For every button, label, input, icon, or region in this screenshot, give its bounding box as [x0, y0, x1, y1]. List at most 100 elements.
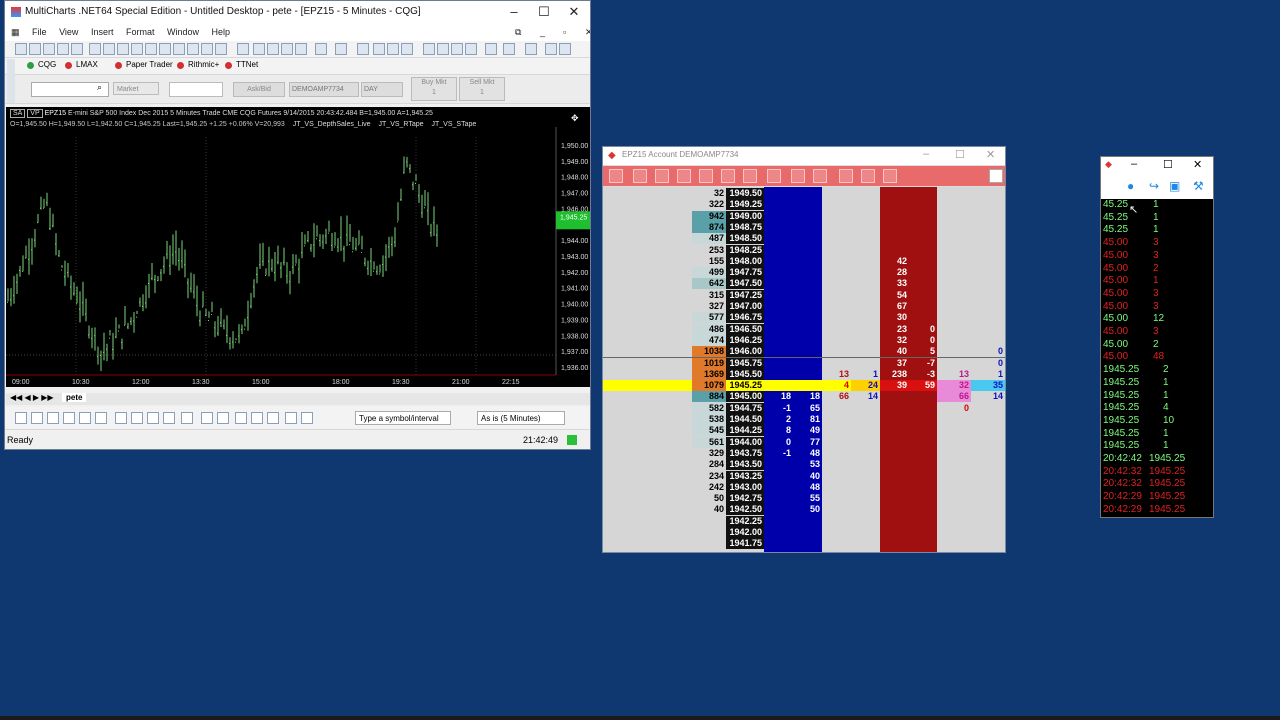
- dom-row[interactable]: 545 1944.25 8 49: [603, 425, 1005, 437]
- toolbar-icon-3[interactable]: [57, 43, 69, 55]
- toolbar-icon-24[interactable]: [387, 43, 399, 55]
- toolbar-icon-2[interactable]: [43, 43, 55, 55]
- dom-row[interactable]: 1369 1945.50 13 1 238 -3 13 1: [603, 368, 1005, 380]
- ts-row[interactable]: 20:42:32 1945.25: [1101, 466, 1213, 478]
- drawing-tool-icon-15[interactable]: [267, 412, 279, 424]
- ts-settings-icon[interactable]: ▣: [1169, 179, 1180, 193]
- dom-row[interactable]: 561 1944.00 0 77: [603, 436, 1005, 448]
- dom-row[interactable]: 1079 1945.25 4 24 39 59 32 35: [603, 380, 1005, 392]
- buy-icon[interactable]: [677, 169, 691, 183]
- drawing-tool-icon-10[interactable]: [181, 412, 193, 424]
- drawing-tool-icon-8[interactable]: [147, 412, 159, 424]
- ts-row[interactable]: 45.00 48: [1101, 351, 1213, 363]
- dom-row[interactable]: 1941.75: [603, 538, 1005, 550]
- dom-row[interactable]: 40 1942.50 50: [603, 504, 1005, 516]
- toolbar-icon-19[interactable]: [295, 43, 307, 55]
- ts-row[interactable]: 45.00 3: [1101, 288, 1213, 300]
- dom-row[interactable]: 577 1946.75 30: [603, 312, 1005, 324]
- toolbar-icon-31[interactable]: [503, 43, 515, 55]
- toolbar-icon-17[interactable]: [267, 43, 279, 55]
- ts-row[interactable]: 20:42:29 1945.25: [1101, 491, 1213, 503]
- ladder-menu-icon[interactable]: [609, 169, 623, 183]
- account-select[interactable]: DEMOAMP7734: [289, 82, 359, 97]
- buy-market-button[interactable]: Buy Mkt 1: [411, 77, 457, 101]
- tab-nav-icons[interactable]: ◀◀ ◀ ▶ ▶▶: [10, 393, 54, 402]
- ts-row[interactable]: 20:42:29 1945.25: [1101, 504, 1213, 516]
- ts-row[interactable]: 45.00 3: [1101, 326, 1213, 338]
- ts-row[interactable]: 20:42:32 1945.25: [1101, 478, 1213, 490]
- dom-row[interactable]: 486 1946.50 23 0: [603, 323, 1005, 335]
- toolbar-icon-1[interactable]: [29, 43, 41, 55]
- tab-pete[interactable]: pete: [62, 393, 87, 402]
- drawing-tool-icon-17[interactable]: [301, 412, 313, 424]
- dom-row[interactable]: 315 1947.25 54: [603, 289, 1005, 301]
- toolbar-icon-34[interactable]: [559, 43, 571, 55]
- ts-row[interactable]: 45.00 2: [1101, 339, 1213, 351]
- broker-cqg[interactable]: CQG: [38, 60, 56, 69]
- symbol-interval-input[interactable]: Type a symbol/interval: [355, 411, 451, 425]
- drawing-tool-icon-2[interactable]: [47, 412, 59, 424]
- toolbar-icon-10[interactable]: [159, 43, 171, 55]
- ts-minimize-button[interactable]: –: [1131, 158, 1137, 170]
- toolbar-icon-5[interactable]: [89, 43, 101, 55]
- toolbar-icon-8[interactable]: [131, 43, 143, 55]
- menu-file[interactable]: File: [32, 27, 47, 37]
- ts-row[interactable]: 45.00 2: [1101, 263, 1213, 275]
- dom-row[interactable]: 1019 1945.75 37 -7 0: [603, 357, 1005, 369]
- ts-row[interactable]: 45.25 1: [1101, 224, 1213, 236]
- drawing-tool-icon-1[interactable]: [31, 412, 43, 424]
- toolbar-icon-29[interactable]: [465, 43, 477, 55]
- toolbar-icon-7[interactable]: [117, 43, 129, 55]
- toolbar-icon-33[interactable]: [545, 43, 557, 55]
- dom-row[interactable]: 538 1944.50 2 81: [603, 414, 1005, 425]
- menu-format[interactable]: Format: [126, 27, 155, 37]
- toolbar-icon-9[interactable]: [145, 43, 157, 55]
- drawing-tool-icon-6[interactable]: [115, 412, 127, 424]
- toolbar-icon-4[interactable]: [71, 43, 83, 55]
- dom-row[interactable]: 499 1947.75 28: [603, 267, 1005, 279]
- dom-row[interactable]: 253 1948.25: [603, 244, 1005, 256]
- ts-row[interactable]: 1945.25 1: [1101, 440, 1213, 452]
- dom-row[interactable]: 50 1942.75 55: [603, 493, 1005, 505]
- toolbar-icon-32[interactable]: [525, 43, 537, 55]
- maximize-button[interactable]: ☐: [529, 1, 559, 23]
- price-stepper[interactable]: [169, 82, 223, 97]
- broker-rithmic-[interactable]: Rithmic+: [188, 60, 219, 69]
- drawing-tool-icon-11[interactable]: [201, 412, 213, 424]
- ts-row[interactable]: 45.25 1: [1101, 199, 1213, 211]
- cancel-icon[interactable]: [767, 169, 781, 183]
- toolbar-icon-21[interactable]: [335, 43, 347, 55]
- interval-select[interactable]: As is (5 Minutes): [477, 411, 565, 425]
- drawing-tool-icon-9[interactable]: [163, 412, 175, 424]
- order-type-select[interactable]: Market: [113, 82, 159, 95]
- dom-row[interactable]: 1942.25: [603, 515, 1005, 527]
- mdi-minimize-icon[interactable]: _: [540, 23, 545, 41]
- ts-row[interactable]: 1945.25 2: [1101, 364, 1213, 376]
- toolbar-icon-26[interactable]: [423, 43, 435, 55]
- dom-row[interactable]: 642 1947.50 33: [603, 278, 1005, 290]
- dom-row[interactable]: 155 1948.00 42: [603, 255, 1005, 267]
- dom-row[interactable]: 474 1946.25 32 0: [603, 334, 1005, 346]
- search-icon[interactable]: ⌕: [97, 82, 102, 93]
- sell-market-button[interactable]: Sell Mkt 1: [459, 77, 505, 101]
- toolbar-icon-13[interactable]: [201, 43, 213, 55]
- price-chart[interactable]: SA VP EPZ15 E-mini S&P 500 Index Dec 201…: [6, 107, 590, 387]
- drawing-tool-icon-3[interactable]: [63, 412, 75, 424]
- duration-select[interactable]: DAY: [361, 82, 403, 97]
- toolbar-icon-22[interactable]: [357, 43, 369, 55]
- dom-row[interactable]: 1942.00: [603, 527, 1005, 538]
- ts-row[interactable]: 1945.25 10: [1101, 415, 1213, 427]
- dom-row[interactable]: 234 1943.25 40: [603, 470, 1005, 482]
- drawing-tool-icon-13[interactable]: [235, 412, 247, 424]
- toolbar-icon-30[interactable]: [485, 43, 497, 55]
- close-button[interactable]: ✕: [559, 1, 589, 23]
- ts-row[interactable]: 1945.25 1: [1101, 428, 1213, 440]
- reverse-icon[interactable]: [791, 169, 805, 183]
- ts-row[interactable]: 45.00 3: [1101, 250, 1213, 262]
- toolbar-icon-0[interactable]: [15, 43, 27, 55]
- ts-row[interactable]: 1945.25 1: [1101, 390, 1213, 402]
- dom-row[interactable]: 32 1949.50: [603, 188, 1005, 199]
- dom-row[interactable]: 327 1947.00 67: [603, 301, 1005, 312]
- center-icon[interactable]: [633, 169, 647, 183]
- toolbar-icon-15[interactable]: [237, 43, 249, 55]
